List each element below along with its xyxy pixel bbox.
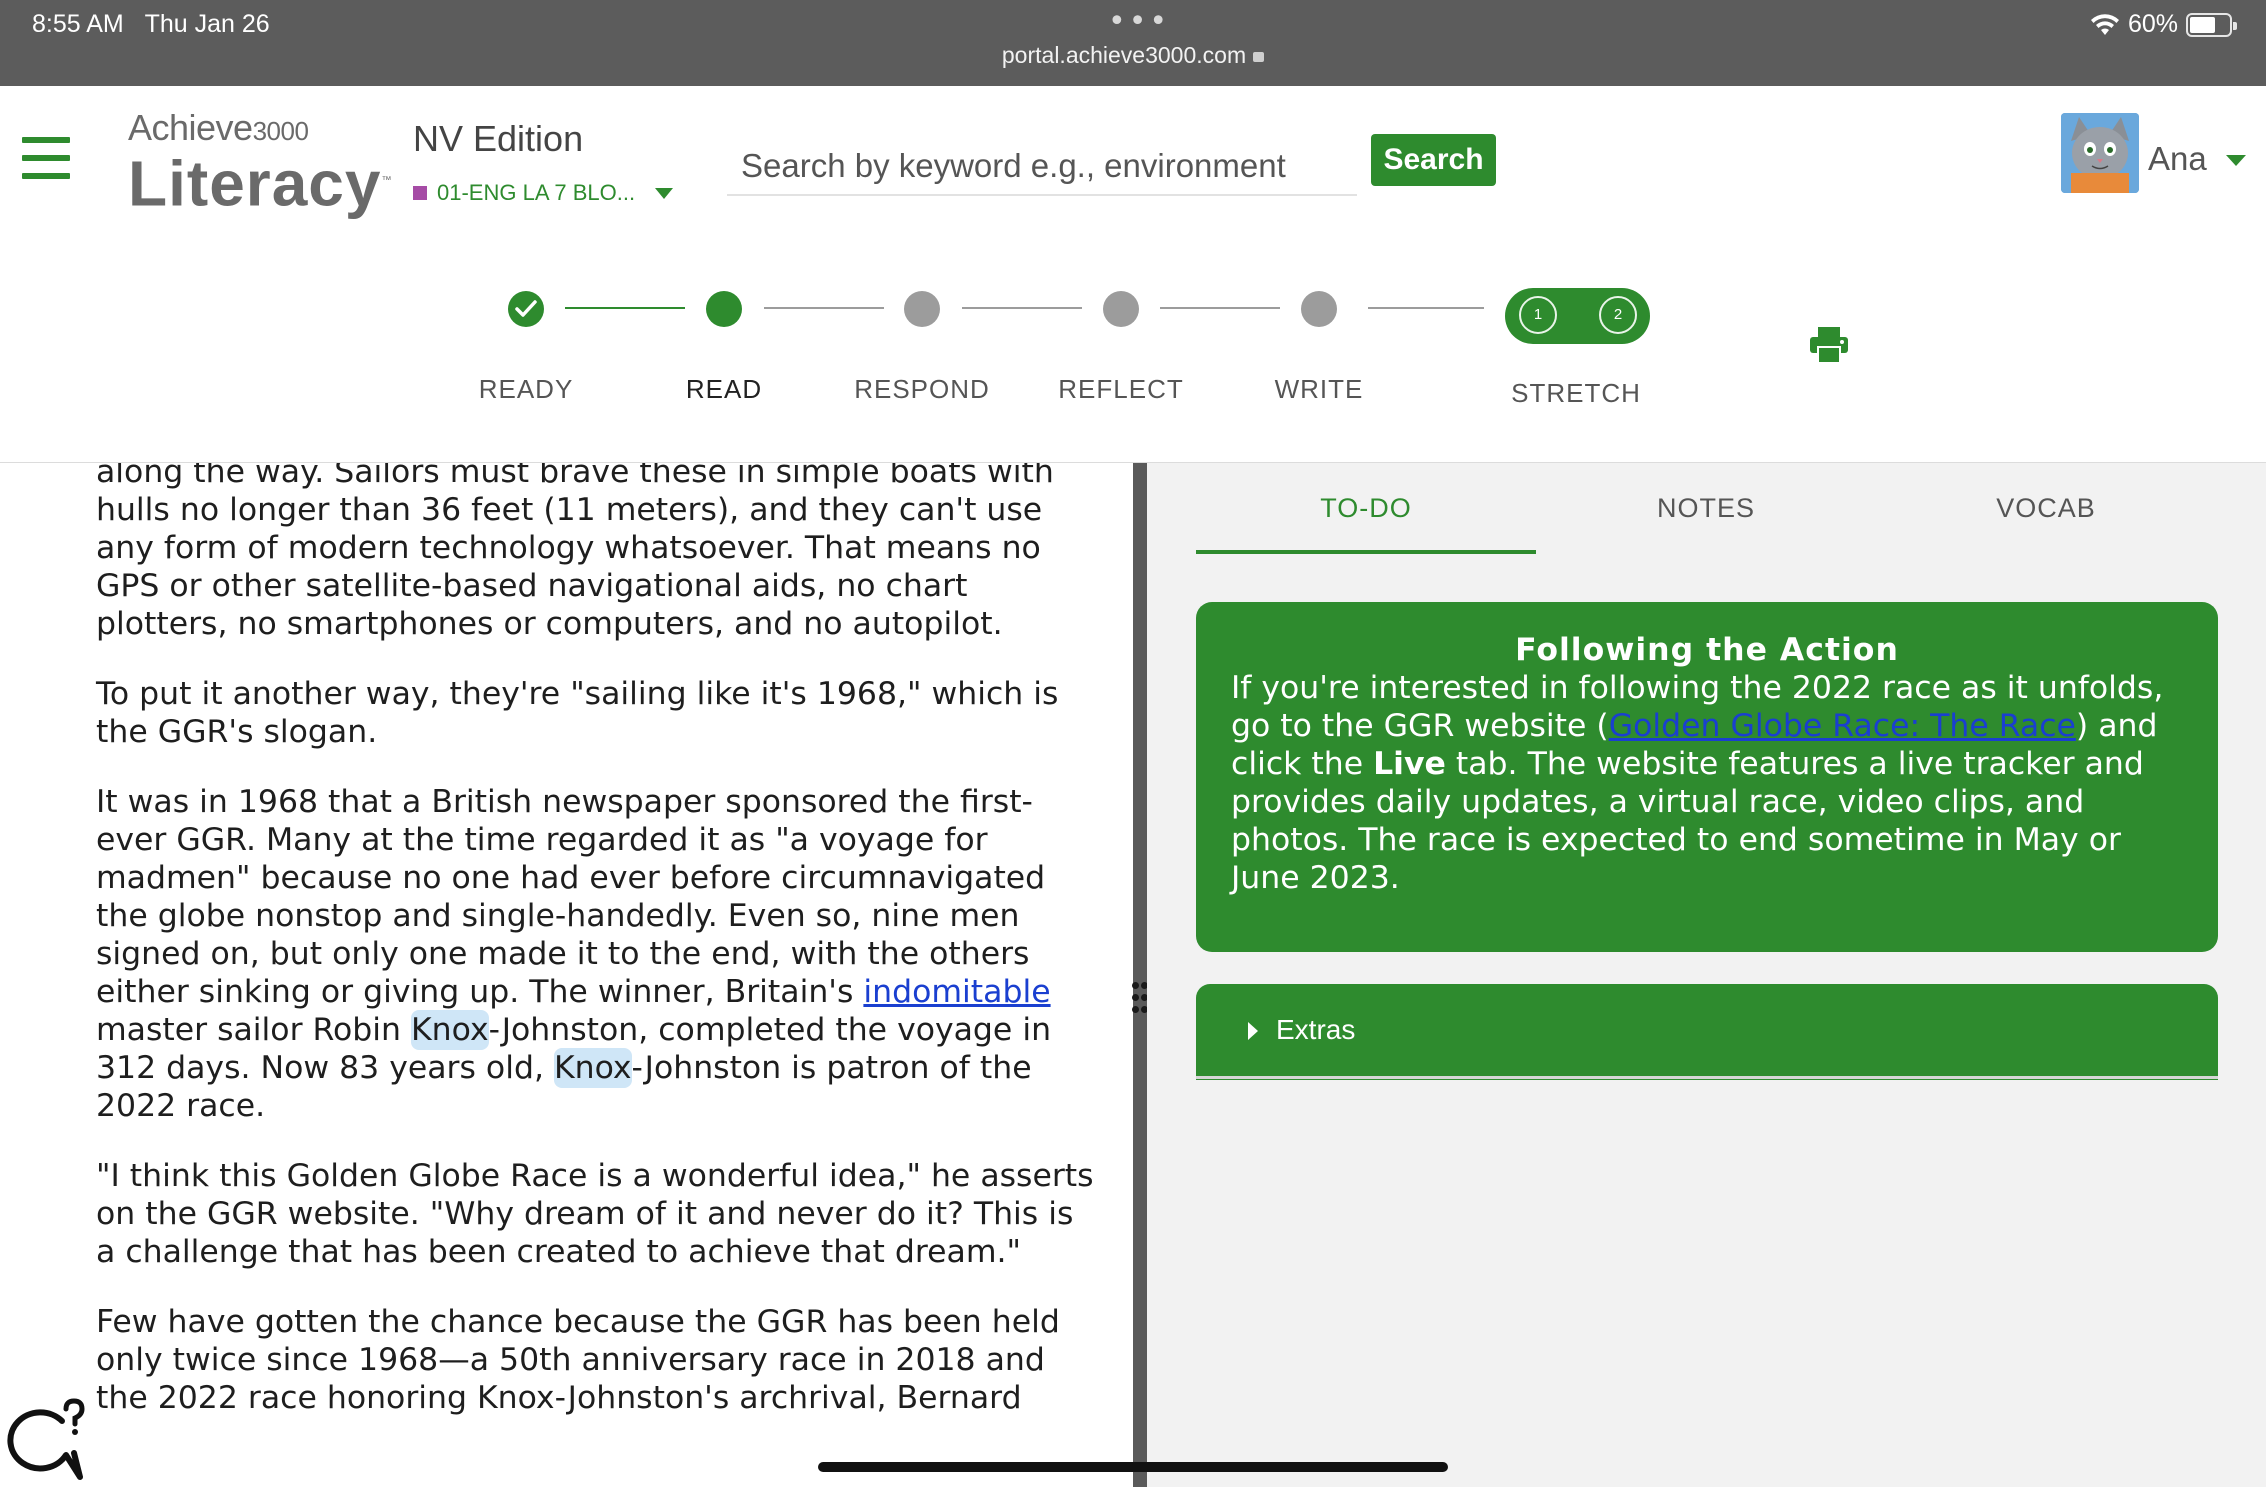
step-label-reflect[interactable]: REFLECT [1041, 374, 1201, 405]
step-label-respond[interactable]: RESPOND [842, 374, 1002, 405]
help-chat-icon[interactable] [4, 1397, 90, 1481]
article-paragraph: along the way. Sailors must brave these … [96, 463, 1054, 642]
step-connector [1160, 307, 1280, 309]
status-clock: 8:55 AM [32, 10, 124, 38]
step-connector [764, 307, 884, 309]
search-highlight[interactable]: Knox [411, 1010, 489, 1050]
article-paragraph: To put it another way, they're "sailing … [96, 676, 1059, 750]
print-icon[interactable] [1808, 325, 1850, 365]
extras-label: Extras [1276, 1014, 1356, 1045]
logo-literacy-text: Literacy [128, 147, 382, 220]
extras-divider [1196, 1076, 2218, 1079]
step-label-write[interactable]: WRITE [1239, 374, 1399, 405]
logo-3000-text: 3000 [252, 116, 309, 146]
user-name[interactable]: Ana [2148, 140, 2207, 178]
article-text: along the way. Sailors must brave these … [96, 463, 1096, 1449]
search-input[interactable] [727, 138, 1357, 196]
chevron-down-icon [655, 187, 674, 199]
step-ready-dot[interactable] [508, 291, 544, 327]
article-paragraph: It was in 1968 that a British newspaper … [96, 783, 1096, 1125]
step-read-dot[interactable] [706, 291, 742, 327]
step-connector [1368, 307, 1484, 309]
tab-vocab[interactable]: VOCAB [1876, 493, 2216, 524]
stretch-step-2[interactable]: 2 [1599, 296, 1637, 334]
multitasking-dots-icon[interactable]: ••• [1108, 4, 1170, 39]
article-text-run: master sailor Robin [96, 1012, 412, 1048]
extras-accordion[interactable]: Extras [1196, 984, 2218, 1080]
wifi-icon [2090, 13, 2119, 35]
vocab-link-indomitable[interactable]: indomitable [863, 974, 1050, 1010]
card-title: Following the Action [1515, 632, 1899, 668]
step-respond-dot[interactable] [904, 291, 940, 327]
step-label-stretch[interactable]: STRETCH [1496, 378, 1656, 409]
status-time: 8:55 AM Thu Jan 26 [32, 10, 270, 39]
status-indicators: 60% [2090, 10, 2237, 39]
tab-todo[interactable]: TO-DO [1196, 493, 1536, 524]
class-name: 01-ENG LA 7 BLO... [437, 180, 636, 205]
stretch-steps-pill[interactable]: 1 2 [1505, 288, 1650, 344]
class-dropdown[interactable]: 01-ENG LA 7 BLO... [413, 180, 674, 206]
card-bold-text: Live [1373, 746, 1446, 782]
stretch-step-1[interactable]: 1 [1519, 296, 1557, 334]
address-bar[interactable]: portal.achieve3000.com [0, 42, 2266, 69]
lock-icon [1253, 52, 1265, 62]
step-reflect-dot[interactable] [1103, 291, 1139, 327]
pane-splitter[interactable] [1133, 463, 1147, 1487]
article-paragraph: "I think this Golden Globe Race is a won… [96, 1158, 1094, 1270]
search-highlight[interactable]: Knox [553, 1048, 632, 1088]
user-menu-chevron-icon[interactable] [2226, 155, 2246, 166]
menu-icon[interactable] [22, 137, 70, 179]
step-connector [565, 307, 685, 309]
tab-notes[interactable]: NOTES [1536, 493, 1876, 524]
side-panel: TO-DO NOTES VOCAB Following the Action I… [1147, 463, 2266, 1487]
battery-icon [2186, 12, 2237, 37]
article-pane[interactable]: along the way. Sailors must brave these … [0, 463, 1133, 1487]
todo-card: Following the Action If you're intereste… [1196, 602, 2218, 952]
class-color-swatch [413, 186, 427, 200]
logo-achieve-text: Achieve [128, 107, 253, 148]
cat-avatar-icon [2061, 113, 2139, 193]
achieve3000-logo[interactable]: Achieve3000 Literacy™ [128, 107, 392, 216]
home-indicator[interactable] [818, 1462, 1448, 1472]
active-tab-indicator [1196, 550, 1536, 554]
caret-right-icon [1248, 1022, 1258, 1040]
step-write-dot[interactable] [1301, 291, 1337, 327]
article-paragraph: Few have gotten the chance because the G… [96, 1304, 1060, 1416]
step-connector [962, 307, 1082, 309]
avatar[interactable] [2061, 113, 2139, 193]
search-button[interactable]: Search [1371, 134, 1496, 186]
checkmark-icon [515, 300, 537, 317]
card-body: If you're interested in following the 20… [1231, 669, 2191, 897]
status-date: Thu Jan 26 [144, 10, 270, 38]
step-label-ready[interactable]: READY [446, 374, 606, 405]
edition-label: NV Edition [413, 118, 584, 159]
battery-percent: 60% [2127, 10, 2178, 38]
ggr-website-link[interactable]: Golden Globe Race: The Race [1609, 708, 2076, 744]
step-label-read[interactable]: READ [644, 374, 804, 405]
url-text: portal.achieve3000.com [1001, 42, 1247, 68]
ios-status-bar: 8:55 AM Thu Jan 26 ••• portal.achieve300… [0, 0, 2266, 86]
